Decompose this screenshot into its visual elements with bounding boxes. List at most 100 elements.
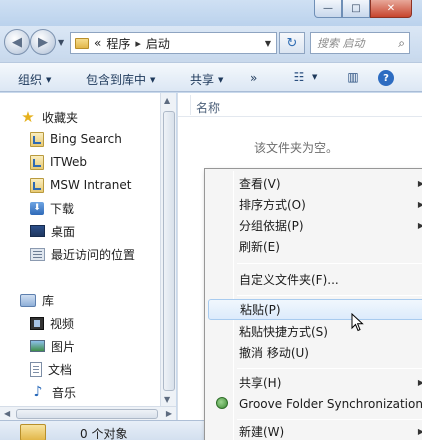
nav-item-desktop[interactable]: 桌面 xyxy=(30,221,75,241)
column-divider xyxy=(190,95,191,115)
navigation-horizontal-scrollbar[interactable]: ◀ ▶ xyxy=(0,406,176,420)
menu-item-group-by[interactable]: 分组依据(P) ▶ xyxy=(208,215,422,236)
nav-libraries-label: 库 xyxy=(42,293,55,308)
context-menu: 查看(V) ▶ 排序方式(O) ▶ 分组依据(P) ▶ 刷新(E) 自定义文件夹… xyxy=(204,168,422,440)
submenu-arrow-icon: ▶ xyxy=(417,221,422,230)
menu-item-new[interactable]: 新建(W) ▶ xyxy=(208,421,422,440)
submenu-arrow-icon: ▶ xyxy=(417,179,422,188)
view-options-icon[interactable]: ☷ xyxy=(290,69,308,85)
share-button[interactable]: 共享 ▼ xyxy=(190,71,223,88)
nav-item-label: 最近访问的位置 xyxy=(51,247,136,262)
menu-item-label: 自定义文件夹(F)... xyxy=(239,273,339,287)
music-note-icon: ♪ xyxy=(33,384,43,400)
document-library-icon xyxy=(30,361,42,377)
recent-pages-dropdown[interactable]: ▼ xyxy=(58,38,64,47)
menu-item-label: 分组依据(P) xyxy=(239,219,304,233)
menu-item-view[interactable]: 查看(V) ▶ xyxy=(208,173,422,194)
nav-item-music[interactable]: ♪ 音乐 xyxy=(30,382,76,402)
nav-item-label: 桌面 xyxy=(51,224,76,239)
address-row: ◀ ▶ ▼ « 程序 ▸ 启动 ▼ ↻ 搜索 启动 ⌕ xyxy=(0,26,422,58)
column-header-name[interactable]: 名称 xyxy=(178,93,422,117)
minimize-button[interactable]: — xyxy=(314,0,342,18)
nav-item-label: Bing Search xyxy=(50,132,122,146)
nav-item-itweb[interactable]: ITWeb xyxy=(30,152,87,172)
item-count: 0 个对象 xyxy=(80,427,128,440)
recent-places-icon xyxy=(30,247,45,261)
nav-item-label: ITWeb xyxy=(50,155,88,169)
menu-item-label: 新建(W) xyxy=(239,425,285,439)
view-dropdown[interactable]: ▼ xyxy=(312,73,317,81)
breadcrumb-startup[interactable]: 启动 xyxy=(146,35,170,52)
folder-icon xyxy=(75,37,89,49)
refresh-button[interactable]: ↻ xyxy=(279,32,305,54)
more-label: » xyxy=(250,71,258,85)
scrollbar-thumb[interactable] xyxy=(16,409,158,419)
back-button[interactable]: ◀ xyxy=(4,29,30,55)
scroll-up-icon[interactable]: ▲ xyxy=(164,96,170,105)
menu-item-label: 查看(V) xyxy=(239,177,281,191)
menu-separator xyxy=(237,368,422,369)
menu-separator xyxy=(237,295,422,296)
nav-item-pictures[interactable]: 图片 xyxy=(30,336,75,356)
nav-item-msw-intranet[interactable]: MSW Intranet xyxy=(30,175,131,195)
include-in-library-button[interactable]: 包含到库中 ▼ xyxy=(86,71,155,88)
menu-item-label: 粘贴快捷方式(S) xyxy=(239,325,328,339)
favorite-link-icon xyxy=(30,131,44,147)
forward-button[interactable]: ▶ xyxy=(30,29,56,55)
nav-item-downloads[interactable]: ⬇ 下载 xyxy=(30,198,74,218)
nav-item-recent-places[interactable]: 最近访问的位置 xyxy=(30,244,135,264)
favorite-link-icon xyxy=(30,177,44,193)
menu-item-groove-sync[interactable]: Groove Folder Synchronization xyxy=(208,393,422,414)
menu-item-refresh[interactable]: 刷新(E) xyxy=(208,236,422,257)
menu-item-undo-move[interactable]: 撤消 移动(U) xyxy=(208,342,422,363)
scroll-right-icon[interactable]: ▶ xyxy=(166,409,172,418)
nav-item-label: 音乐 xyxy=(52,385,77,400)
search-placeholder: 搜索 启动 xyxy=(317,37,365,50)
close-button[interactable]: ✕ xyxy=(370,0,412,18)
maximize-button[interactable]: □ xyxy=(342,0,370,18)
search-input[interactable]: 搜索 启动 ⌕ xyxy=(310,32,410,54)
share-label: 共享 xyxy=(190,73,215,87)
scrollbar-thumb[interactable] xyxy=(163,111,175,391)
address-bar[interactable]: « 程序 ▸ 启动 ▼ xyxy=(70,32,277,54)
menu-item-paste-shortcut[interactable]: 粘贴快捷方式(S) xyxy=(208,321,422,342)
forward-arrow-icon: ▶ xyxy=(38,34,48,50)
nav-favorites[interactable]: ★ 收藏夹 xyxy=(20,107,78,127)
more-commands-button[interactable]: » xyxy=(250,71,257,85)
help-icon[interactable]: ? xyxy=(378,70,394,86)
title-bar: — □ ✕ xyxy=(0,0,422,28)
navigation-vertical-scrollbar[interactable]: ▲ ▼ xyxy=(160,93,176,406)
command-bar: 组织 ▼ 包含到库中 ▼ 共享 ▼ » ☷ ▼ ▥ ? xyxy=(0,62,422,92)
chevron-down-icon: ▼ xyxy=(150,75,156,84)
menu-item-paste[interactable]: 粘贴(P) xyxy=(208,299,422,320)
nav-favorites-label: 收藏夹 xyxy=(42,110,79,125)
breadcrumb-programs[interactable]: 程序 xyxy=(106,35,130,52)
nav-libraries[interactable]: 库 xyxy=(20,290,54,310)
preview-pane-icon[interactable]: ▥ xyxy=(344,69,362,85)
submenu-arrow-icon: ▶ xyxy=(417,378,422,387)
nav-item-videos[interactable]: 视频 xyxy=(30,313,74,333)
menu-item-sort-by[interactable]: 排序方式(O) ▶ xyxy=(208,194,422,215)
menu-item-share[interactable]: 共享(H) ▶ xyxy=(208,372,422,393)
nav-item-label: MSW Intranet xyxy=(50,178,132,192)
menu-item-label: 共享(H) xyxy=(239,376,282,390)
submenu-arrow-icon: ▶ xyxy=(417,427,422,436)
organize-label: 组织 xyxy=(18,73,43,87)
menu-item-customize-folder[interactable]: 自定义文件夹(F)... xyxy=(208,269,422,290)
scroll-down-icon[interactable]: ▼ xyxy=(164,395,170,404)
organize-button[interactable]: 组织 ▼ xyxy=(18,71,51,88)
groove-sync-icon xyxy=(216,397,228,409)
menu-item-label: 撤消 移动(U) xyxy=(239,346,309,360)
submenu-arrow-icon: ▶ xyxy=(417,200,422,209)
nav-item-bing-search[interactable]: Bing Search xyxy=(30,129,122,149)
include-library-label: 包含到库中 xyxy=(86,73,147,87)
navigation-pane: ★ 收藏夹 Bing Search ITWeb MSW Intranet ⬇ 下… xyxy=(0,93,176,420)
menu-item-label: 粘贴(P) xyxy=(240,303,281,317)
address-overflow[interactable]: « xyxy=(94,36,101,50)
breadcrumb-separator-icon[interactable]: ▸ xyxy=(135,37,141,50)
address-dropdown-icon[interactable]: ▼ xyxy=(265,39,271,48)
search-icon: ⌕ xyxy=(398,35,405,50)
scroll-left-icon[interactable]: ◀ xyxy=(4,409,10,418)
nav-item-documents[interactable]: 文档 xyxy=(30,359,72,379)
download-folder-icon: ⬇ xyxy=(30,201,44,215)
